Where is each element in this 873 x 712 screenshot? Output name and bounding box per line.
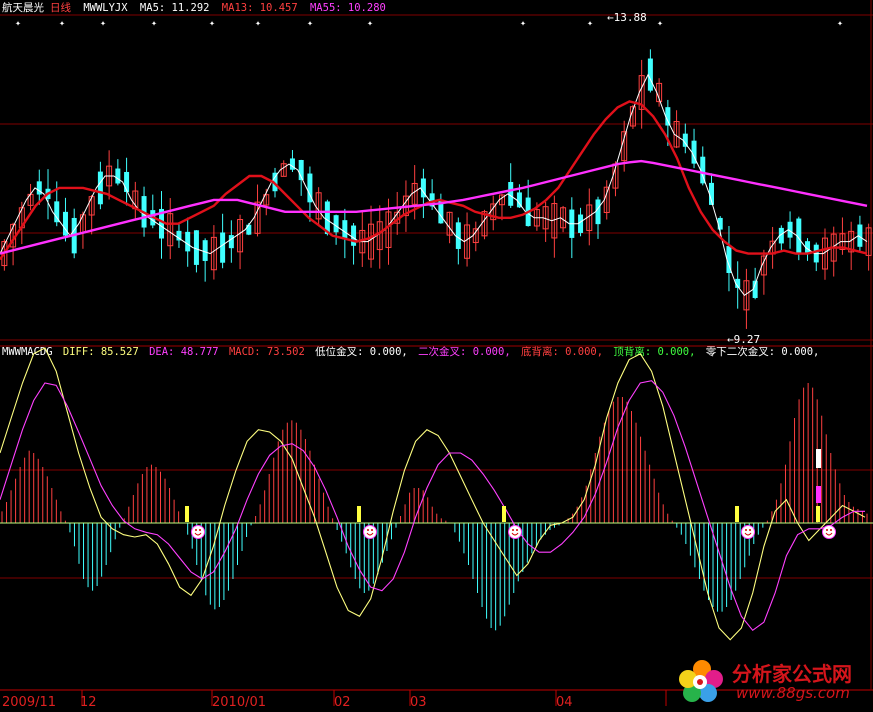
signal-bar <box>502 506 506 522</box>
signal-bar-magenta <box>816 486 821 503</box>
smiley-icon <box>822 525 836 539</box>
candle-body <box>351 225 357 246</box>
x-label-2009-11: 2009/11 <box>2 695 57 710</box>
smiley-eye <box>195 529 197 531</box>
smiley-eye <box>516 529 518 531</box>
signal-star-icon: ✦ <box>587 18 593 29</box>
signal-bar <box>735 506 739 522</box>
candle-body <box>455 222 461 249</box>
flower-icon <box>679 660 723 702</box>
chart-root: { "title_bar": { "stock_name": "航天晨光", "… <box>0 0 873 712</box>
smiley-eye <box>745 529 747 531</box>
max-price-label: ←13.88 <box>607 11 647 24</box>
x-label-04: 04 <box>556 695 573 710</box>
smiley-icon <box>508 525 522 539</box>
x-label-02: 02 <box>334 695 351 710</box>
candle-body <box>228 235 234 249</box>
signal-star-icon: ✦ <box>657 18 663 29</box>
watermark-logo: 分析家公式网 www.88gs.com <box>676 655 871 705</box>
x-label-2010-01: 2010/01 <box>212 695 267 710</box>
series-line-ma55 <box>0 159 868 255</box>
signal-bar <box>816 506 820 522</box>
signal-star-icon: ✦ <box>100 18 106 29</box>
candle-body <box>115 168 121 184</box>
chart-canvas: ←13.88 ←9.27 ✦ ✦ ✦ ✦ ✦ ✦ ✦ ✦ ✦ ✦ ✦ ✦ <box>0 0 873 706</box>
candle-body <box>97 171 103 205</box>
candle-body <box>193 230 199 265</box>
smiley-eye <box>512 529 514 531</box>
signal-star-icon: ✦ <box>367 18 373 29</box>
signal-star-icon: ✦ <box>59 18 65 29</box>
smiley-icon <box>363 525 377 539</box>
series-line-diff <box>0 347 866 641</box>
min-price-label: ←9.27 <box>727 333 760 346</box>
signal-bar <box>185 506 189 522</box>
signal-star-icon: ✦ <box>255 18 261 29</box>
series-line-dea <box>0 380 865 632</box>
signal-star-icon: ✦ <box>151 18 157 29</box>
smiley-eye <box>830 529 832 531</box>
candle-body <box>202 240 208 261</box>
candle-body <box>246 224 252 235</box>
smiley-eye <box>371 529 373 531</box>
candle-body <box>185 231 191 252</box>
candle-body <box>220 232 226 263</box>
candle-body <box>342 220 348 240</box>
smiley-icon <box>741 525 755 539</box>
signal-star-icon: ✦ <box>209 18 215 29</box>
smiley-eye <box>826 529 828 531</box>
signal-bar <box>357 506 361 522</box>
candle-body <box>508 182 514 206</box>
smiley-icon <box>191 525 205 539</box>
candle-body <box>595 199 601 225</box>
signal-bar-white <box>816 449 821 468</box>
x-label-03: 03 <box>410 695 427 710</box>
smiley-eye <box>749 529 751 531</box>
candle-body <box>516 192 522 208</box>
candle-body <box>333 215 339 233</box>
series-line-ma5 <box>0 73 868 296</box>
signal-star-icon: ✦ <box>520 18 526 29</box>
smiley-eye <box>367 529 369 531</box>
signal-star-icon: ✦ <box>307 18 313 29</box>
signal-star-icon: ✦ <box>837 18 843 29</box>
x-label-12: 12 <box>80 695 97 710</box>
smiley-eye <box>199 529 201 531</box>
signal-star-icon: ✦ <box>15 18 21 29</box>
